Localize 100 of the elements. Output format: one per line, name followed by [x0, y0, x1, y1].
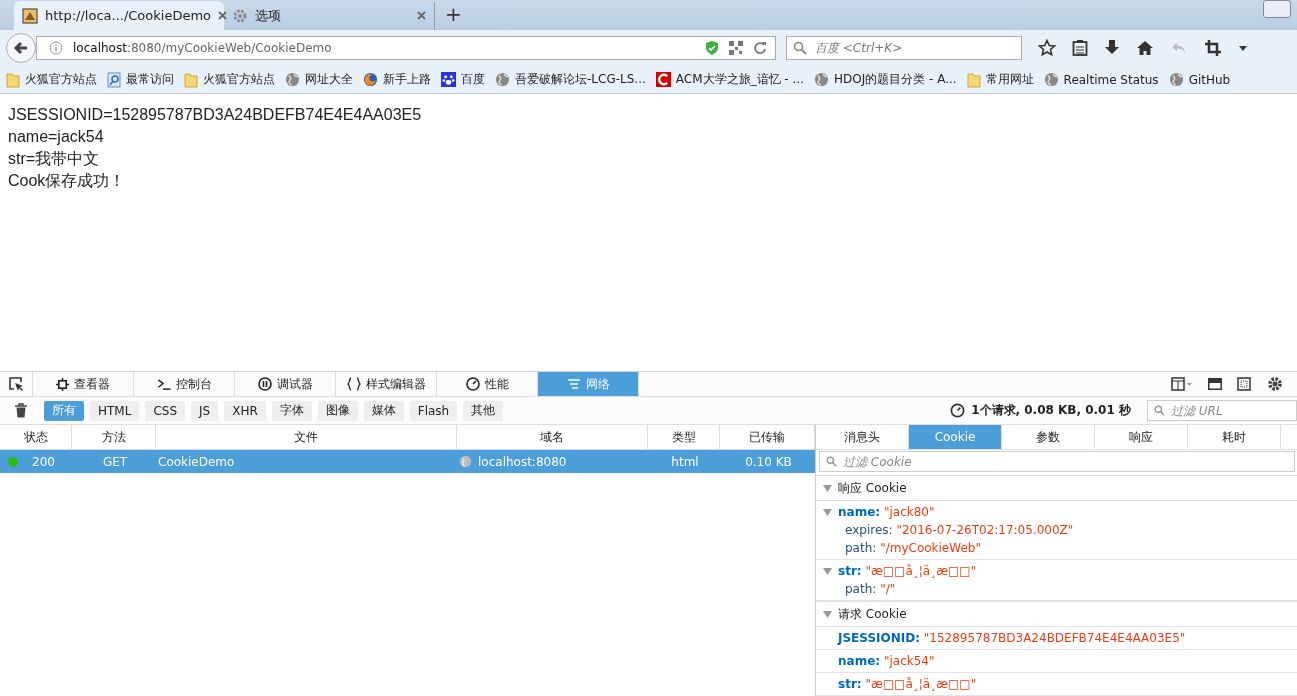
expand-triangle-icon[interactable]	[823, 508, 832, 516]
devtools-tab[interactable]: 控制台	[134, 372, 235, 396]
page-text: str=我带中文	[8, 148, 101, 169]
filter-button[interactable]: 其他	[463, 400, 504, 421]
gear-icon	[232, 7, 248, 24]
search-icon	[793, 41, 807, 56]
home-icon[interactable]	[1136, 39, 1154, 58]
bookmark-item[interactable]: 常用网址	[966, 71, 1034, 89]
bookmark-label: GitHub	[1188, 72, 1231, 87]
reload-icon[interactable]	[753, 41, 767, 56]
page-text: JSESSIONID=152895787BD3A24BDEFB74E4E4AA03E5	[8, 104, 423, 125]
search-icon	[1154, 405, 1165, 416]
bookmark-label: 火狐官方站点	[203, 71, 275, 89]
shield-icon	[705, 40, 719, 57]
cookie-attribute: path: "/myCookieWeb"	[845, 541, 981, 555]
fox-globe-icon	[363, 72, 378, 88]
column-header[interactable]: 文件	[156, 425, 457, 449]
filter-button[interactable]: HTML	[90, 400, 140, 421]
filter-button[interactable]: Flash	[409, 400, 458, 421]
browser-tab[interactable]: 选项	[224, 1, 434, 30]
globe-icon	[813, 72, 829, 88]
status-code: 200	[32, 454, 55, 469]
column-header[interactable]: 已传输	[720, 425, 815, 449]
layout-icon[interactable]	[1171, 377, 1193, 391]
detail-tab[interactable]: 参数	[1002, 425, 1095, 449]
close-icon[interactable]	[218, 11, 228, 20]
section-title: 请求 Cookie	[838, 605, 907, 623]
column-header[interactable]: 类型	[648, 425, 720, 449]
filter-button[interactable]: CSS	[145, 400, 186, 421]
folder-icon	[184, 71, 198, 88]
domain-cell: localhost:8080	[478, 454, 567, 469]
column-header[interactable]: 方法	[72, 425, 156, 449]
filter-button[interactable]: 图像	[317, 400, 358, 421]
qr-code-icon[interactable]	[729, 41, 743, 56]
frame-icon[interactable]	[1237, 377, 1251, 391]
bookmark-label: 网址大全	[305, 71, 353, 89]
search-field[interactable]: 百度 <Ctrl+K>	[786, 36, 1022, 61]
page-icon	[22, 7, 38, 24]
cookie-entry: JSESSIONID: "152895787BD3A24BDEFB74E4E4AA03E5"	[838, 631, 1186, 645]
stopwatch-icon	[950, 403, 966, 418]
tab-title: 选项	[255, 6, 282, 25]
star-icon[interactable]	[1038, 39, 1056, 58]
prompt-icon	[156, 377, 171, 391]
filter-button[interactable]: 媒体	[363, 400, 404, 421]
crop-icon[interactable]	[1204, 39, 1222, 58]
filter-button[interactable]: XHR	[224, 400, 266, 421]
console-icon[interactable]	[1207, 377, 1223, 391]
expand-triangle-icon[interactable]	[823, 567, 832, 575]
type-cell-text: html	[670, 453, 700, 471]
pause-icon	[257, 377, 272, 391]
url-filter-field[interactable]: 过滤 URL	[1147, 400, 1297, 421]
bookmark-item[interactable]: 火狐官方站点	[6, 71, 97, 89]
lines-icon	[566, 378, 581, 390]
expand-triangle-icon[interactable]	[823, 610, 832, 618]
reading-list-icon[interactable]	[1072, 39, 1088, 58]
cookie-filter-field[interactable]: 过滤 Cookie	[819, 451, 1295, 472]
bookmark-item[interactable]: 百度	[441, 71, 485, 89]
folder-icon	[6, 71, 20, 88]
address-bar[interactable]: localhost:8080/myCookieWeb/CookieDemo	[36, 36, 776, 61]
globe-icon	[1043, 72, 1059, 88]
cookie-entry: name: "jack54"	[838, 654, 935, 668]
cookie-entry: str: "æ□□å¸¦ä¸æ□□"	[838, 677, 977, 691]
devtools-tab[interactable]: 样式编辑器	[336, 372, 437, 396]
devtools-tab[interactable]: 调试器	[235, 372, 336, 396]
globe-icon	[495, 72, 510, 88]
close-icon[interactable]	[417, 11, 426, 20]
bookmark-item[interactable]: 新手上路	[363, 71, 431, 89]
detail-tab[interactable]: 响应	[1095, 425, 1188, 449]
bookmark-label: 常用网址	[985, 71, 1034, 89]
search-icon	[826, 456, 837, 467]
back-button[interactable]	[6, 33, 36, 64]
file-cell-text: CookieDemo	[157, 453, 236, 471]
method-cell-text: GET	[101, 453, 129, 471]
bookmark-label: 百度	[461, 71, 485, 89]
cookie-entry: str: "æ□□å¸¦ä¸æ□□"	[838, 564, 977, 578]
bookmark-label: Realtime Status	[1063, 72, 1159, 87]
expand-triangle-icon[interactable]	[823, 484, 832, 492]
section-title: 响应 Cookie	[838, 479, 907, 497]
bookmark-item[interactable]: GitHub	[1168, 72, 1231, 88]
gauge-icon	[465, 377, 480, 391]
c-logo-icon	[655, 72, 671, 88]
globe-icon	[285, 72, 300, 88]
bookmark-item[interactable]: Realtime Status	[1043, 72, 1159, 88]
devtools-tab[interactable]: 查看器	[33, 372, 134, 396]
bookmark-label: 最常访问	[126, 71, 174, 89]
filter-button[interactable]: JS	[191, 400, 219, 421]
column-header[interactable]: 域名	[457, 425, 648, 449]
braces-icon	[346, 377, 361, 391]
bookmark-item[interactable]: 最常访问	[107, 71, 174, 89]
trash-icon[interactable]	[14, 403, 28, 418]
magnifier-icon	[107, 71, 121, 88]
column-header[interactable]: 状态	[0, 425, 72, 449]
bookmark-item[interactable]: 火狐官方站点	[184, 71, 275, 89]
browser-tab[interactable]: http://loca.../CookieDemo	[14, 1, 224, 30]
bookmark-item[interactable]: 网址大全	[285, 71, 353, 89]
bookmark-label: 火狐官方站点	[25, 71, 97, 89]
filter-button[interactable]: 字体	[271, 400, 312, 421]
settings-icon[interactable]	[1267, 376, 1283, 392]
minimize-button[interactable]	[1263, 0, 1291, 18]
detail-tab[interactable]: 耗时	[1188, 425, 1281, 449]
